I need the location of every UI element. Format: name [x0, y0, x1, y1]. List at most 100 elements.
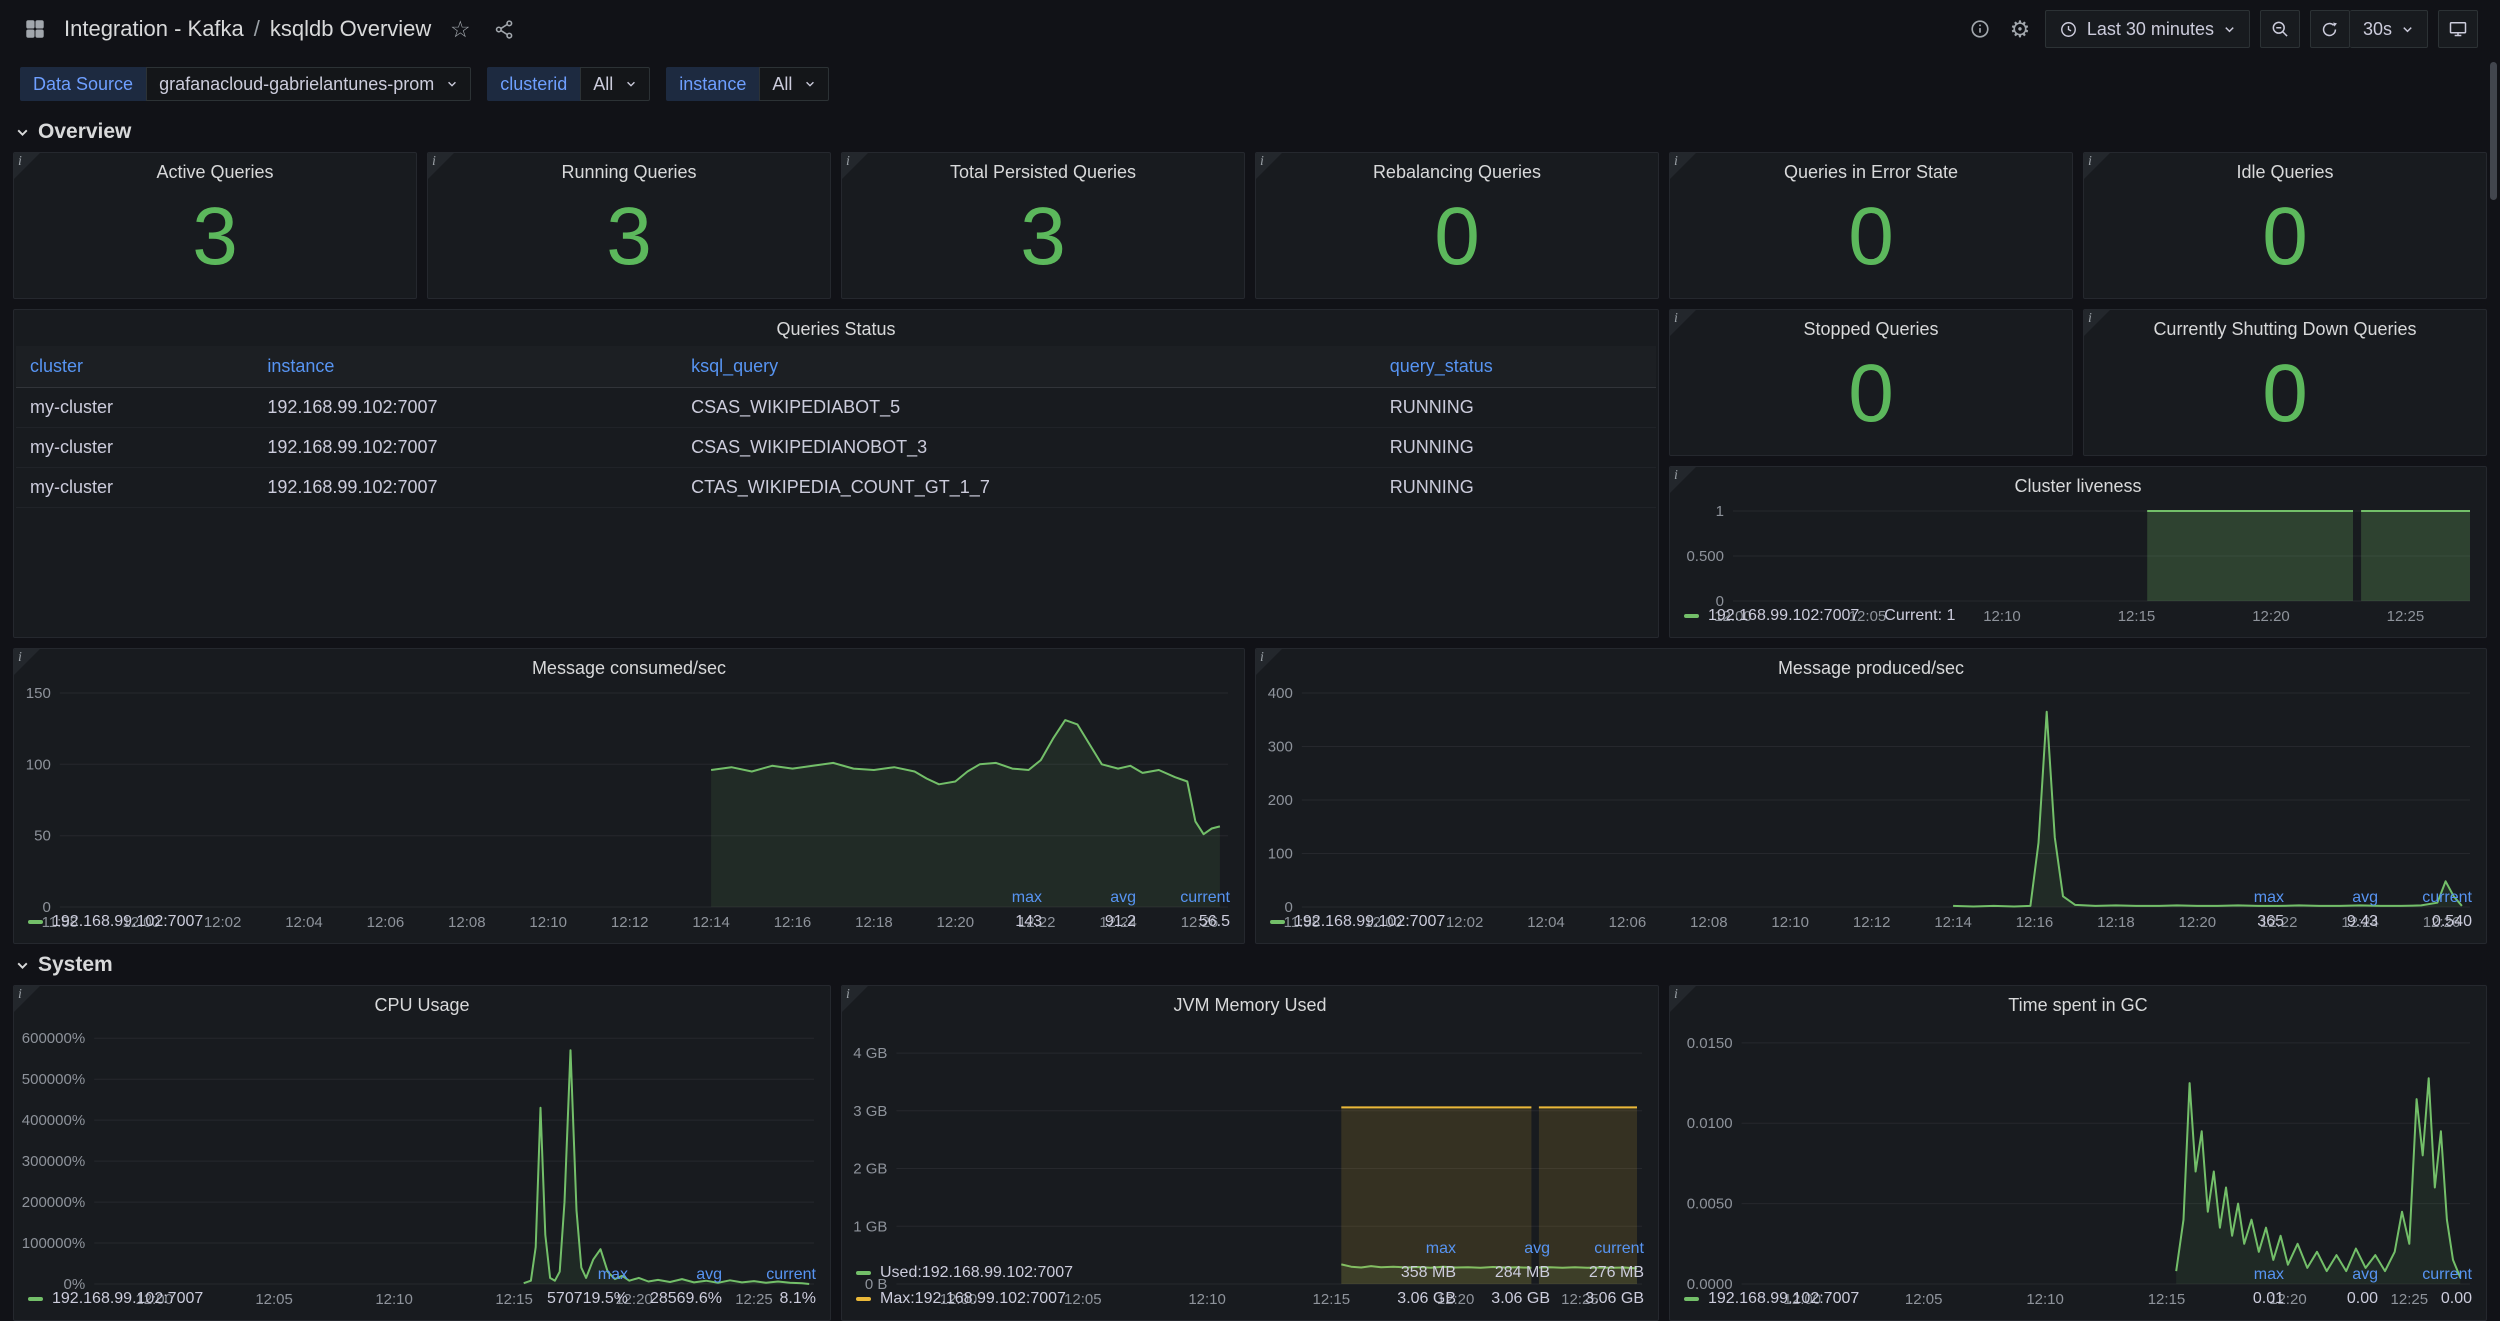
table-cell: 192.168.99.102:7007	[253, 388, 677, 428]
panel-title[interactable]: Rebalancing Queries	[1256, 153, 1658, 187]
table-row[interactable]: my-cluster192.168.99.102:7007CSAS_WIKIPE…	[16, 388, 1656, 428]
section-header-system[interactable]: System	[0, 944, 2500, 985]
panel-info-icon[interactable]: i	[1670, 153, 1696, 179]
panel-title[interactable]: Currently Shutting Down Queries	[2084, 310, 2486, 344]
variable-clusterid: clusterid All	[487, 67, 650, 101]
panel-info-icon[interactable]: i	[1256, 649, 1282, 675]
message-consumed-chart[interactable]: 05010015011:5812:0012:0212:0412:0612:081…	[14, 683, 1244, 887]
panel-info-icon[interactable]: i	[1256, 153, 1282, 179]
instance-value: All	[772, 74, 792, 95]
clusterid-label: clusterid	[487, 67, 580, 101]
svg-text:400: 400	[1268, 685, 1293, 702]
stat-value: 0	[2084, 344, 2486, 455]
panel-title[interactable]: Queries Status	[14, 310, 1658, 344]
column-header-cluster[interactable]: cluster	[16, 346, 253, 388]
panel-info-icon[interactable]: i	[14, 649, 40, 675]
panel-title[interactable]: Queries in Error State	[1670, 153, 2072, 187]
stat-value: 0	[2084, 187, 2486, 298]
panel-title[interactable]: Idle Queries	[2084, 153, 2486, 187]
dashboard-toolbar: ⚙ Last 30 minutes 30s	[1965, 10, 2478, 48]
legend-header: maxavgcurrent	[28, 887, 1230, 909]
panel-title[interactable]: Running Queries	[428, 153, 830, 187]
panel-title[interactable]: Message produced/sec	[1256, 649, 2486, 683]
gc-time-chart[interactable]: 0.00000.00500.01000.015012:0012:0512:101…	[1670, 1020, 2486, 1264]
svg-text:0.0100: 0.0100	[1687, 1115, 1733, 1132]
legend-item: Used:192.168.99.102:7007358 MB284 MB276 …	[856, 1260, 1644, 1286]
panel-title[interactable]: Active Queries	[14, 153, 416, 187]
gear-icon[interactable]: ⚙	[2005, 14, 2035, 44]
svg-text:400000%: 400000%	[22, 1112, 85, 1129]
panel-info-icon[interactable]: i	[1670, 986, 1696, 1012]
table-cell: 192.168.99.102:7007	[253, 468, 677, 508]
table-cell: RUNNING	[1376, 468, 1656, 508]
panel-title[interactable]: Time spent in GC	[1670, 986, 2486, 1020]
stat-panel-currently-shutting-down-queries: i Currently Shutting Down Queries 0	[2083, 309, 2487, 456]
refresh-button[interactable]	[2310, 10, 2350, 48]
message-produced-chart[interactable]: 010020030040011:5812:0012:0212:0412:0612…	[1256, 683, 2486, 887]
svg-text:300: 300	[1268, 739, 1293, 756]
panel-title[interactable]: Cluster liveness	[1670, 467, 2486, 501]
zoom-out-icon	[2270, 19, 2290, 39]
stat-value: 0	[1670, 187, 2072, 298]
table-row[interactable]: my-cluster192.168.99.102:7007CTAS_WIKIPE…	[16, 468, 1656, 508]
svg-text:150: 150	[26, 685, 51, 702]
panel-title[interactable]: Stopped Queries	[1670, 310, 2072, 344]
monitor-icon	[2448, 19, 2468, 39]
cluster-liveness-chart[interactable]: 00.500112:0012:0512:1012:1512:2012:25	[1670, 501, 2486, 603]
legend-item: 192.168.99.102:7007570719.5%28569.6%8.1%	[28, 1286, 816, 1312]
panel-title[interactable]: JVM Memory Used	[842, 986, 1658, 1020]
table-cell: CSAS_WIKIPEDIANOBOT_3	[677, 428, 1376, 468]
table-cell: my-cluster	[16, 468, 253, 508]
share-icon[interactable]	[489, 14, 519, 44]
time-range-picker[interactable]: Last 30 minutes	[2045, 10, 2250, 48]
panel-info-icon[interactable]: i	[1670, 467, 1696, 493]
clusterid-select[interactable]: All	[580, 67, 650, 101]
svg-text:2 GB: 2 GB	[853, 1161, 887, 1178]
panel-info-icon[interactable]: i	[1670, 310, 1696, 336]
panel-info-icon[interactable]: i	[428, 153, 454, 179]
gc-time-legend: maxavgcurrent192.168.99.102:70070.010.00…	[1670, 1264, 2486, 1320]
legend-item: Max:192.168.99.102:70073.06 GB3.06 GB3.0…	[856, 1286, 1644, 1312]
panel-info-icon[interactable]: i	[2084, 153, 2110, 179]
column-header-query_status[interactable]: query_status	[1376, 346, 1656, 388]
panel-info-icon[interactable]: i	[2084, 310, 2110, 336]
panel-info-icon[interactable]: i	[14, 986, 40, 1012]
scrollbar[interactable]	[2490, 62, 2497, 200]
panel-title[interactable]: Message consumed/sec	[14, 649, 1244, 683]
breadcrumb: Integration - Kafka / ksqldb Overview	[64, 16, 431, 42]
panel-title[interactable]: CPU Usage	[14, 986, 830, 1020]
panel-info-icon[interactable]: i	[842, 153, 868, 179]
apps-grid-icon[interactable]	[20, 14, 50, 44]
stat-value: 3	[428, 187, 830, 298]
refresh-button-group: 30s	[2310, 10, 2428, 48]
legend-item: 192.168.99.102:7007Current: 1	[1684, 603, 2472, 629]
column-header-instance[interactable]: instance	[253, 346, 677, 388]
star-icon[interactable]: ☆	[445, 14, 475, 44]
instance-select[interactable]: All	[759, 67, 829, 101]
datasource-select[interactable]: grafanacloud-gabrielantunes-prom	[146, 67, 471, 101]
table-cell: my-cluster	[16, 428, 253, 468]
chevron-down-icon	[2401, 23, 2414, 36]
breadcrumb-separator: /	[254, 16, 260, 42]
breadcrumb-folder[interactable]: Integration - Kafka	[64, 16, 244, 42]
chevron-down-icon	[15, 958, 30, 973]
panel-title[interactable]: Total Persisted Queries	[842, 153, 1244, 187]
section-header-overview[interactable]: Overview	[0, 111, 2500, 152]
jvm-memory-chart[interactable]: 0 B1 GB2 GB3 GB4 GB12:0012:0512:1012:151…	[842, 1020, 1658, 1238]
zoom-out-button[interactable]	[2260, 10, 2300, 48]
svg-text:0.0050: 0.0050	[1687, 1196, 1733, 1213]
panel-cpu-usage: i CPU Usage 0%100000%200000%300000%40000…	[13, 985, 831, 1321]
stat-panel-active-queries: i Active Queries 3	[13, 152, 417, 299]
column-header-ksql_query[interactable]: ksql_query	[677, 346, 1376, 388]
table-header-row: clusterinstanceksql_queryquery_status	[16, 346, 1656, 388]
panel-info-icon[interactable]: i	[14, 153, 40, 179]
table-body: my-cluster192.168.99.102:7007CSAS_WIKIPE…	[16, 388, 1656, 508]
info-icon[interactable]	[1965, 14, 1995, 44]
refresh-interval-picker[interactable]: 30s	[2350, 10, 2428, 48]
panel-info-icon[interactable]: i	[842, 986, 868, 1012]
svg-text:300000%: 300000%	[22, 1153, 85, 1170]
cpu-usage-chart[interactable]: 0%100000%200000%300000%400000%500000%600…	[14, 1020, 830, 1264]
breadcrumb-dashboard[interactable]: ksqldb Overview	[270, 16, 431, 42]
table-row[interactable]: my-cluster192.168.99.102:7007CSAS_WIKIPE…	[16, 428, 1656, 468]
kiosk-mode-button[interactable]	[2438, 10, 2478, 48]
